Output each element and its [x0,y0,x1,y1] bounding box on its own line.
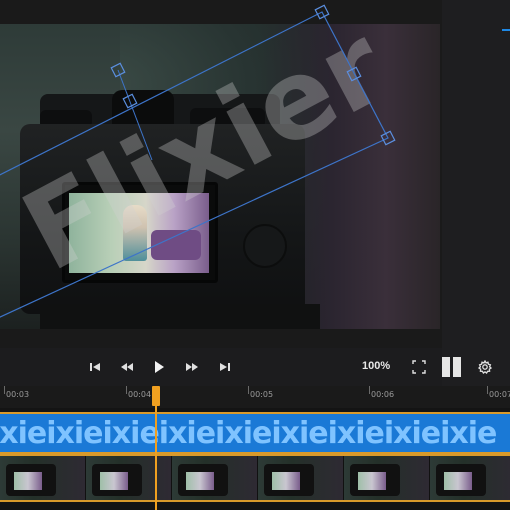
ruler-tick: 00:03 [6,390,30,399]
ruler-tick: 00:07 [489,390,510,399]
ruler-tick: 00:06 [371,390,395,399]
video-thumbnail [344,456,430,500]
ruler-tick: 00:05 [250,390,274,399]
watermark-track[interactable]: ixieixieixieixieixieixieixieixieixie [0,412,510,454]
timeline[interactable]: 00:03 00:04 00:05 00:06 00:07 ixieixieix… [0,386,510,510]
video-track[interactable] [0,454,510,502]
playback-controls: 100% [0,352,510,382]
preview-canvas[interactable]: Flixier [0,0,442,348]
video-thumbnail [0,456,86,500]
video-thumbnail [430,456,510,500]
skip-to-end-icon[interactable] [216,358,234,376]
ruler-tick: 00:04 [128,390,152,399]
skip-to-start-icon[interactable] [86,358,104,376]
gear-icon[interactable] [476,358,494,376]
watermark-track-text: ixieixieixieixieixieixieixieixieixie [0,415,497,451]
fast-forward-icon[interactable] [183,358,201,376]
video-editor: Flixier 100% 00:03 00:04 00:05 00:06 00:… [0,0,510,510]
zoom-level[interactable]: 100% [362,360,390,372]
video-thumbnail [172,456,258,500]
rewind-icon[interactable] [118,358,136,376]
video-thumbnail [258,456,344,500]
fullscreen-icon[interactable] [410,358,428,376]
timeline-ruler[interactable]: 00:03 00:04 00:05 00:06 00:07 [0,386,510,408]
playhead-handle[interactable] [152,386,160,406]
video-thumbnail [86,456,172,500]
panel-indicator [502,29,510,31]
play-icon[interactable] [150,358,168,376]
side-panel [442,0,510,386]
aspect-ratio-icon[interactable] [440,356,464,378]
